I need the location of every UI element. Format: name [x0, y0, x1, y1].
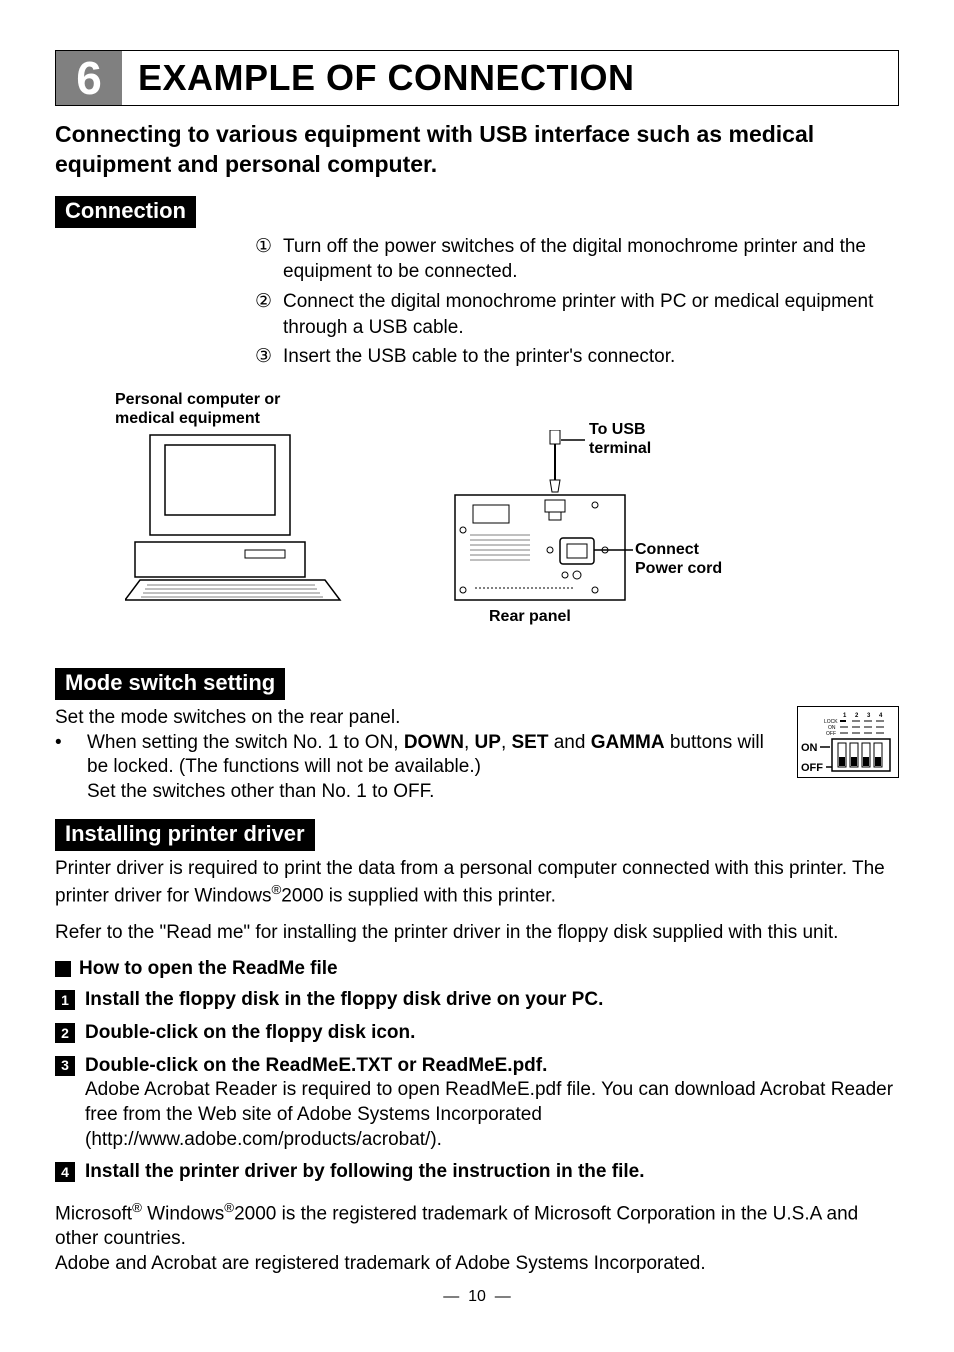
connection-diagram: Personal computer or medical equipment: [55, 390, 899, 650]
install-step: 2 Double-click on the floppy disk icon.: [55, 1021, 899, 1046]
label-line: Power cord: [635, 560, 722, 577]
section-title: EXAMPLE OF CONNECTION: [122, 51, 651, 105]
section-number: 6: [56, 51, 122, 105]
step-number-icon: 4: [55, 1162, 75, 1182]
document-page: 6 EXAMPLE OF CONNECTION Connecting to va…: [0, 0, 954, 1336]
install-driver-heading: Installing printer driver: [55, 819, 315, 851]
usb-terminal-label: To USB terminal: [589, 420, 651, 458]
rear-panel-label: Rear panel: [489, 608, 571, 626]
section-header: 6 EXAMPLE OF CONNECTION: [55, 50, 899, 106]
howto-label: How to open the ReadMe file: [79, 958, 338, 980]
pc-label-line: medical equipment: [115, 410, 260, 427]
connection-step: ② Connect the digital monochrome printer…: [255, 289, 899, 340]
step-text: Insert the USB cable to the printer's co…: [283, 344, 675, 370]
label-line: To USB: [589, 421, 646, 438]
svg-text:3: 3: [867, 713, 871, 719]
svg-text:2: 2: [855, 713, 859, 719]
install-paragraph: Refer to the "Read me" for installing th…: [55, 921, 899, 946]
label-line: Connect: [635, 541, 699, 558]
howto-heading: How to open the ReadMe file: [55, 958, 899, 980]
svg-text:OFF: OFF: [801, 762, 823, 774]
connection-step: ① Turn off the power switches of the dig…: [255, 234, 899, 285]
mode-switch-intro: Set the mode switches on the rear panel.: [55, 706, 777, 731]
power-cord-label: Connect Power cord: [635, 540, 722, 578]
square-bullet-icon: [55, 961, 71, 977]
step-marker-icon: ③: [255, 344, 283, 370]
step-number-icon: 2: [55, 1023, 75, 1043]
step-text: Turn off the power switches of the digit…: [283, 234, 899, 285]
step-number-icon: 3: [55, 1056, 75, 1076]
step-description: Adobe Acrobat Reader is required to open…: [85, 1079, 893, 1149]
install-step: 4 Install the printer driver by followin…: [55, 1160, 899, 1185]
bullet-text: When setting the switch No. 1 to ON, DOW…: [87, 731, 777, 805]
label-line: terminal: [589, 440, 651, 457]
pc-label: Personal computer or medical equipment: [115, 390, 280, 428]
install-paragraph: Printer driver is required to print the …: [55, 857, 899, 910]
connection-step: ③ Insert the USB cable to the printer's …: [255, 344, 899, 370]
section-subtitle: Connecting to various equipment with USB…: [55, 120, 899, 180]
step-text: Connect the digital monochrome printer w…: [283, 289, 899, 340]
svg-text:ON: ON: [801, 742, 818, 754]
step-marker-icon: ①: [255, 234, 283, 285]
trademark-paragraph: Microsoft® Windows®2000 is the registere…: [55, 1199, 899, 1276]
mode-switch-bullet: • When setting the switch No. 1 to ON, D…: [55, 731, 777, 805]
dip-switch-icon: 1 2 3 4 LOCK ON OFF ON OFF: [797, 706, 899, 778]
svg-text:4: 4: [879, 713, 883, 719]
mode-switch-body: Set the mode switches on the rear panel.…: [55, 706, 899, 805]
step-body: Double-click on the ReadMeE.TXT or ReadM…: [85, 1054, 899, 1153]
mode-switch-heading: Mode switch setting: [55, 668, 285, 700]
step-number-icon: 1: [55, 990, 75, 1010]
step-title: Install the floppy disk in the floppy di…: [85, 988, 899, 1013]
page-number: — 10 —: [55, 1288, 899, 1306]
computer-icon: [125, 430, 345, 610]
step-title: Double-click on the ReadMeE.TXT or ReadM…: [85, 1055, 547, 1076]
pc-label-line: Personal computer or: [115, 391, 280, 408]
install-step: 3 Double-click on the ReadMeE.TXT or Rea…: [55, 1054, 899, 1153]
step-marker-icon: ②: [255, 289, 283, 340]
step-title: Install the printer driver by following …: [85, 1160, 899, 1185]
svg-text:OFF: OFF: [826, 731, 836, 737]
connection-steps: ① Turn off the power switches of the dig…: [255, 234, 899, 370]
svg-text:1: 1: [843, 713, 847, 719]
install-step: 1 Install the floppy disk in the floppy …: [55, 988, 899, 1013]
step-title: Double-click on the floppy disk icon.: [85, 1021, 899, 1046]
connection-heading: Connection: [55, 196, 196, 228]
mode-switch-text: Set the mode switches on the rear panel.…: [55, 706, 777, 805]
bullet-icon: •: [55, 731, 87, 805]
